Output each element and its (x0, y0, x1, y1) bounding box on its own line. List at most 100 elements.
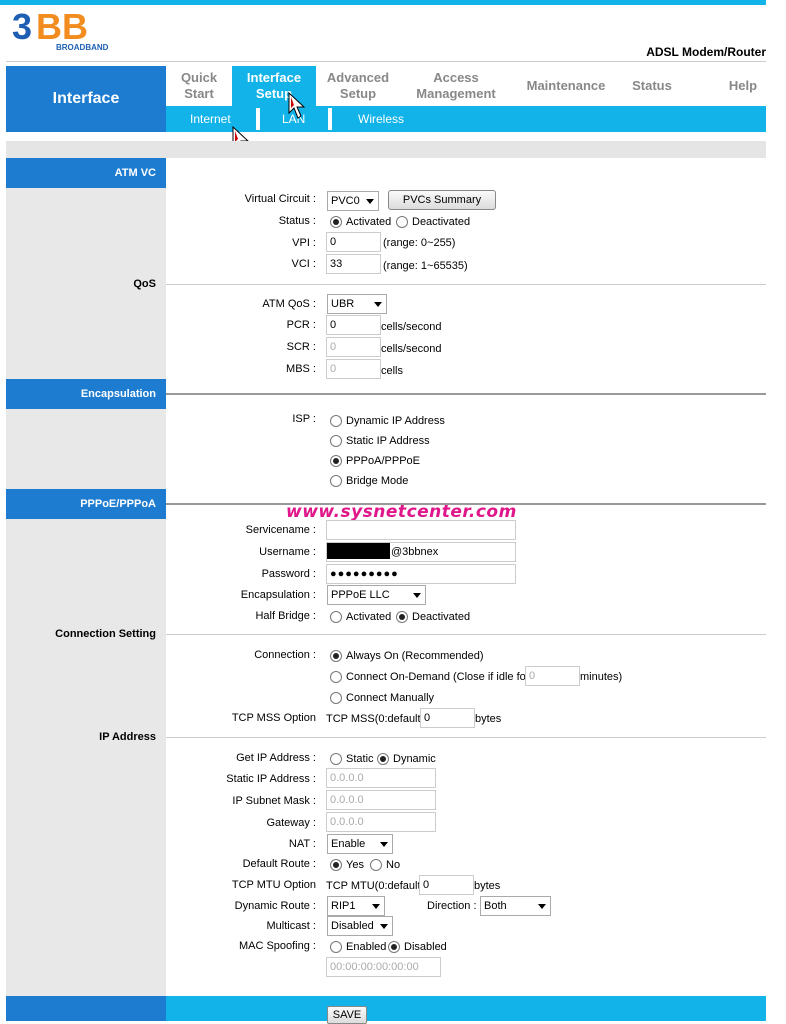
pcr-unit: cells/second (381, 321, 442, 333)
subnav-internet[interactable]: Internet (190, 106, 231, 132)
nav-access-management[interactable]: Access Management (400, 66, 512, 106)
default-route-no-text: No (386, 859, 401, 871)
scr-label: SCR : (286, 341, 316, 353)
half-bridge-deactivated-text: Deactivated (412, 611, 471, 623)
status-activated-text: Activated (346, 216, 392, 228)
nat-label: NAT : (288, 838, 316, 850)
tcp-mtu-label: TCP MTU Option (231, 879, 316, 891)
ip-divider (166, 737, 766, 738)
nav-maintenance[interactable]: Maintenance (512, 66, 620, 106)
subnet-mask-input[interactable]: 0.0.0.0 (326, 790, 436, 810)
static-ip-input[interactable]: 0.0.0.0 (326, 768, 436, 788)
svg-text:3: 3 (12, 9, 32, 47)
isp-bridge-text: Bridge Mode (346, 475, 409, 487)
tcp-mss-unit: bytes (475, 713, 502, 725)
tcp-mss-input[interactable]: 0 (420, 708, 475, 728)
connection-on-demand-radio[interactable] (330, 671, 342, 683)
tcp-mtu-prefix: TCP MTU(0:default) (326, 880, 425, 892)
default-route-yes-text: Yes (346, 859, 364, 871)
mac-address-input[interactable]: 00:00:00:00:00:00 (326, 957, 441, 977)
multicast-select[interactable]: Disabled (327, 916, 393, 936)
get-ip-static-text: Static (346, 753, 374, 765)
watermark-text: www.sysnetcenter.com (286, 502, 517, 522)
vpi-input[interactable]: 0 (326, 232, 381, 252)
brand-logo: 3 BB BROADBAND (12, 9, 109, 52)
encapsulation-divider (166, 393, 766, 395)
footer-bar-left (6, 996, 166, 1021)
top-accent-line (0, 0, 766, 5)
section-qos: QoS (133, 278, 156, 290)
subnav-wireless[interactable]: Wireless (358, 106, 404, 132)
qos-divider (166, 284, 766, 285)
vpi-label: VPI : (292, 237, 316, 249)
subnav-divider (328, 108, 332, 130)
nat-select[interactable]: Enable (327, 834, 393, 854)
get-ip-dynamic-radio[interactable] (377, 753, 389, 765)
device-model: ADSL Modem/Router (646, 45, 766, 59)
mouse-cursor-icon (288, 92, 306, 119)
dynamic-route-select[interactable]: RIP1 (327, 896, 385, 916)
tcp-mtu-input[interactable]: 0 (419, 875, 474, 895)
isp-bridge-radio[interactable] (330, 475, 342, 487)
save-button[interactable]: SAVE (327, 1006, 367, 1024)
isp-dynamic-radio[interactable] (330, 415, 342, 427)
isp-static-radio[interactable] (330, 435, 342, 447)
mbs-unit: cells (381, 365, 404, 377)
default-route-no-radio[interactable] (370, 859, 382, 871)
tcp-mtu-unit: bytes (474, 880, 501, 892)
connection-always-on-text: Always On (Recommended) (346, 650, 484, 662)
status-deactivated-radio[interactable] (396, 216, 408, 228)
connection-always-on-radio[interactable] (330, 650, 342, 662)
scr-input[interactable]: 0 (326, 337, 381, 357)
pcr-input[interactable]: 0 (326, 315, 381, 335)
subnet-mask-label: IP Subnet Mask : (232, 795, 316, 807)
default-route-label: Default Route : (242, 858, 316, 870)
servicename-input[interactable] (326, 520, 516, 540)
get-ip-static-radio[interactable] (330, 753, 342, 765)
mbs-input[interactable]: 0 (326, 359, 381, 379)
half-bridge-deactivated-radio[interactable] (396, 611, 408, 623)
content-top-bar (6, 141, 766, 158)
virtual-circuit-select[interactable]: PVC0 (327, 191, 379, 211)
pvcs-summary-button[interactable]: PVCs Summary (388, 190, 496, 210)
mac-spoofing-label: MAC Spoofing : (238, 940, 316, 952)
connection-label: Connection : (254, 649, 316, 661)
password-label: Password : (261, 568, 316, 580)
scr-unit: cells/second (381, 343, 442, 355)
pcr-label: PCR : (286, 319, 316, 331)
half-bridge-activated-radio[interactable] (330, 611, 342, 623)
atm-qos-label: ATM QoS : (262, 298, 316, 310)
section-ip-address: IP Address (99, 731, 156, 743)
idle-minutes-unit: minutes) (580, 671, 623, 683)
isp-pppoe-radio[interactable] (330, 455, 342, 467)
mac-spoofing-disabled-text: Disabled (404, 941, 447, 953)
username-redaction (327, 543, 390, 559)
nav-advanced-setup[interactable]: Advanced Setup (316, 66, 400, 106)
connection-manual-radio[interactable] (330, 692, 342, 704)
section-pppoe: PPPoE/PPPoA (6, 489, 166, 519)
pppoe-encapsulation-select[interactable]: PPPoE LLC (327, 585, 426, 605)
nav-help[interactable]: Help (714, 66, 772, 106)
atm-qos-select[interactable]: UBR (327, 294, 387, 314)
vci-range: (range: 1~65535) (383, 260, 468, 272)
connection-manual-text: Connect Manually (346, 692, 435, 704)
isp-pppoe-text: PPPoA/PPPoE (346, 455, 420, 467)
password-input[interactable]: ●●●●●●●●● (326, 564, 516, 584)
subnav-divider (256, 108, 260, 130)
mac-spoofing-disabled-radio[interactable] (388, 941, 400, 953)
vci-input[interactable]: 33 (326, 254, 381, 274)
direction-select[interactable]: Both (480, 896, 551, 916)
dynamic-route-label: Dynamic Route : (234, 900, 316, 912)
status-activated-radio[interactable] (330, 216, 342, 228)
mac-spoofing-enabled-radio[interactable] (330, 941, 342, 953)
connection-on-demand-text: Connect On-Demand (Close if idle for (346, 671, 530, 683)
idle-minutes-input[interactable]: 0 (525, 666, 580, 686)
nav-quick-start[interactable]: Quick Start (166, 66, 232, 106)
default-route-yes-radio[interactable] (330, 859, 342, 871)
section-atm-vc: ATM VC (6, 158, 166, 188)
gateway-input[interactable]: 0.0.0.0 (326, 812, 436, 832)
mbs-label: MBS : (286, 363, 316, 375)
multicast-label: Multicast : (266, 920, 316, 932)
connection-divider (166, 634, 766, 635)
nav-status[interactable]: Status (620, 66, 684, 106)
